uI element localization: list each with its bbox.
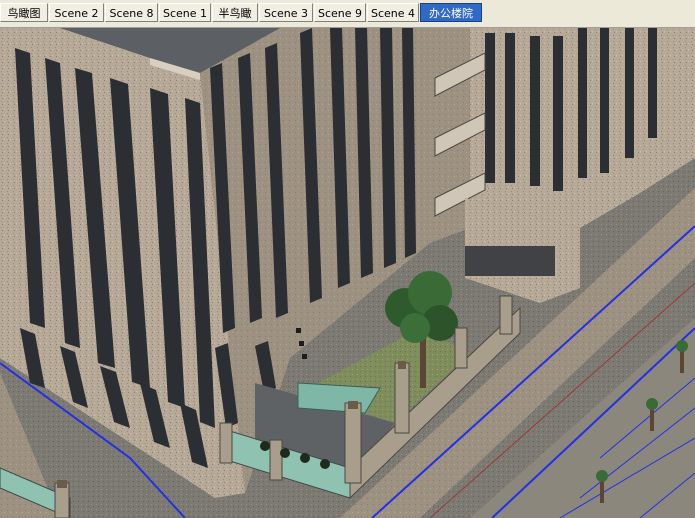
scene-tab-scene-8[interactable]: Scene 8 <box>105 3 158 22</box>
glass-canopy <box>297 382 381 414</box>
scene-tab-office-courtyard[interactable]: 办公楼院 <box>420 3 482 22</box>
scene-tab-scene-9[interactable]: Scene 9 <box>314 3 366 22</box>
scene-tab-scene-1[interactable]: Scene 1 <box>159 3 211 22</box>
scene-tab-aerial-view[interactable]: 鸟瞰图 <box>0 3 48 22</box>
scene-tab-half-aerial[interactable]: 半鸟瞰 <box>212 3 258 22</box>
3d-viewport[interactable] <box>0 28 695 518</box>
sketchup-window: 鸟瞰图 Scene 2 Scene 8 Scene 1 半鸟瞰 Scene 3 … <box>0 0 695 518</box>
scene-tab-bar: 鸟瞰图 Scene 2 Scene 8 Scene 1 半鸟瞰 Scene 3 … <box>0 0 695 28</box>
annex-awning <box>465 246 555 276</box>
scene-tab-scene-2[interactable]: Scene 2 <box>49 3 104 22</box>
scene-tab-scene-3[interactable]: Scene 3 <box>259 3 313 22</box>
scene-tab-scene-4[interactable]: Scene 4 <box>367 3 419 22</box>
